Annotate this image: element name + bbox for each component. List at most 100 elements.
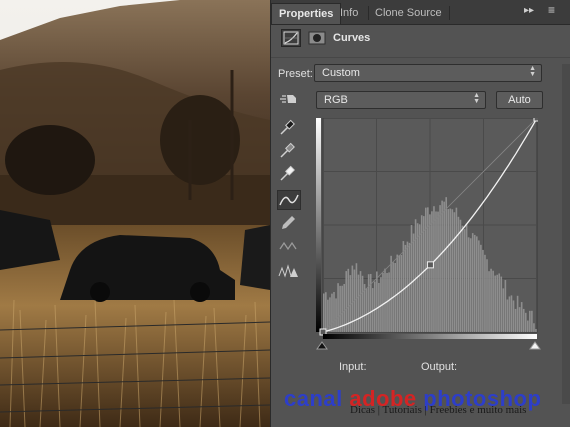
histogram-bar	[494, 275, 496, 332]
histogram-bar	[510, 295, 513, 332]
histogram-bar	[461, 225, 464, 332]
tab-separator	[449, 6, 450, 20]
curve-points-icon[interactable]	[277, 190, 301, 210]
curves-adjustment-icon[interactable]	[281, 29, 301, 47]
histogram-bar	[496, 274, 498, 332]
histogram-bar	[535, 328, 537, 332]
gray-point-eyedropper-icon[interactable]	[277, 141, 301, 161]
histogram-bar	[445, 197, 447, 332]
layer-mask-icon[interactable]	[307, 29, 327, 47]
histogram-bar	[400, 254, 403, 332]
clipping-warning-icon[interactable]	[277, 262, 301, 282]
histogram-bar	[437, 211, 439, 332]
channel-value: RGB	[324, 94, 348, 106]
histogram-bar	[361, 275, 364, 332]
histogram-bar	[500, 276, 503, 332]
histogram-bar	[418, 224, 421, 332]
curves-graph-canvas[interactable]	[316, 114, 541, 340]
histogram-bar	[408, 242, 411, 332]
histogram-bar	[429, 214, 431, 332]
curve-control-point[interactable]	[426, 261, 434, 269]
output-gradient-bar	[316, 118, 321, 332]
preset-label: Preset:	[278, 68, 313, 80]
histogram-bar	[414, 219, 417, 332]
histogram-bar	[345, 271, 348, 332]
histogram-bar	[514, 308, 517, 332]
watermark: canal adobe photoshop Dicas | Tutoriais …	[270, 386, 570, 427]
histogram-bar	[506, 299, 509, 332]
input-gradient-bar	[323, 334, 537, 339]
histogram-bar	[516, 295, 519, 332]
histogram-bar	[486, 259, 488, 332]
black-input-slider-icon[interactable]	[316, 338, 328, 356]
histogram-bar	[453, 212, 456, 332]
histogram-bar	[488, 271, 490, 332]
histogram-bar	[412, 233, 415, 332]
histogram-bar	[480, 244, 482, 332]
histogram-bar	[329, 297, 331, 332]
histogram-bar	[508, 296, 511, 332]
tab-clone-source[interactable]: Clone Source	[368, 3, 449, 24]
histogram-bar	[410, 225, 413, 332]
histogram-bar	[531, 310, 533, 332]
white-input-slider-icon[interactable]	[529, 338, 541, 356]
adjustment-header: Curves	[271, 25, 570, 58]
histogram-bar	[490, 268, 492, 332]
histogram-bar	[463, 229, 466, 332]
chevron-updown-icon: ▲ ▼	[529, 65, 536, 78]
output-label: Output:	[421, 361, 458, 373]
curve-control-point[interactable]	[533, 114, 541, 122]
histogram-bar	[529, 310, 531, 332]
histogram-bar	[455, 207, 458, 332]
tab-info[interactable]: Info	[333, 3, 365, 24]
histogram-bar	[443, 201, 445, 332]
auto-button[interactable]: Auto	[496, 91, 543, 109]
panel-menu-icon[interactable]: ≡	[548, 3, 555, 17]
histogram-bar	[337, 283, 339, 332]
histogram-bar	[335, 298, 337, 332]
histogram-bar	[367, 274, 370, 332]
tab-properties[interactable]: Properties	[271, 3, 342, 24]
histogram-bar	[431, 211, 433, 332]
brand-part-canal: canal	[284, 386, 350, 411]
histogram-bar	[439, 205, 441, 332]
histogram-bar	[484, 254, 486, 332]
histogram-bar	[325, 292, 327, 332]
collapse-panel-icon[interactable]: ▸▸	[524, 5, 534, 16]
black-point-eyedropper-icon[interactable]	[277, 118, 301, 138]
histogram-bar	[476, 236, 478, 332]
preset-dropdown[interactable]: Custom ▲ ▼	[314, 64, 542, 82]
histogram-bar	[447, 209, 450, 332]
histogram-bar	[382, 272, 384, 332]
properties-panel: Properties Info Clone Source ▸▸ ≡ Curves…	[270, 0, 570, 427]
histogram-bar	[390, 255, 392, 332]
histogram-bar	[498, 273, 501, 332]
histogram-bar	[365, 288, 368, 332]
histogram-bar	[323, 293, 325, 332]
histogram-bar	[502, 288, 505, 332]
white-point-eyedropper-icon[interactable]	[277, 164, 301, 184]
pencil-draw-icon[interactable]	[277, 214, 301, 234]
curves-graph[interactable]	[316, 114, 541, 340]
panel-tab-bar: Properties Info Clone Source ▸▸ ≡	[271, 0, 570, 25]
histogram-bar	[512, 300, 515, 332]
histogram-bar	[384, 268, 386, 332]
histogram-bar	[449, 208, 452, 332]
histogram-bar	[469, 238, 472, 332]
histogram-bar	[504, 280, 507, 332]
target-adjust-hand-icon[interactable]	[278, 90, 302, 110]
histogram-bar	[376, 271, 378, 332]
panel-scrollbar[interactable]	[562, 64, 570, 404]
histogram-bar	[402, 241, 405, 332]
input-label: Input:	[339, 361, 367, 373]
channel-dropdown[interactable]: RGB ▲ ▼	[316, 91, 486, 109]
smooth-curve-icon[interactable]	[277, 237, 301, 257]
histogram-bar	[339, 285, 341, 332]
histogram-bar	[388, 272, 390, 332]
histogram-bar	[331, 293, 333, 332]
histogram-bar	[433, 206, 435, 332]
watermark-tagline: Dicas | Tutoriais | Freebies e muito mai…	[350, 404, 527, 416]
chevron-updown-icon: ▲ ▼	[473, 92, 480, 105]
adjustment-title: Curves	[333, 32, 371, 44]
histogram-bar	[333, 292, 335, 332]
